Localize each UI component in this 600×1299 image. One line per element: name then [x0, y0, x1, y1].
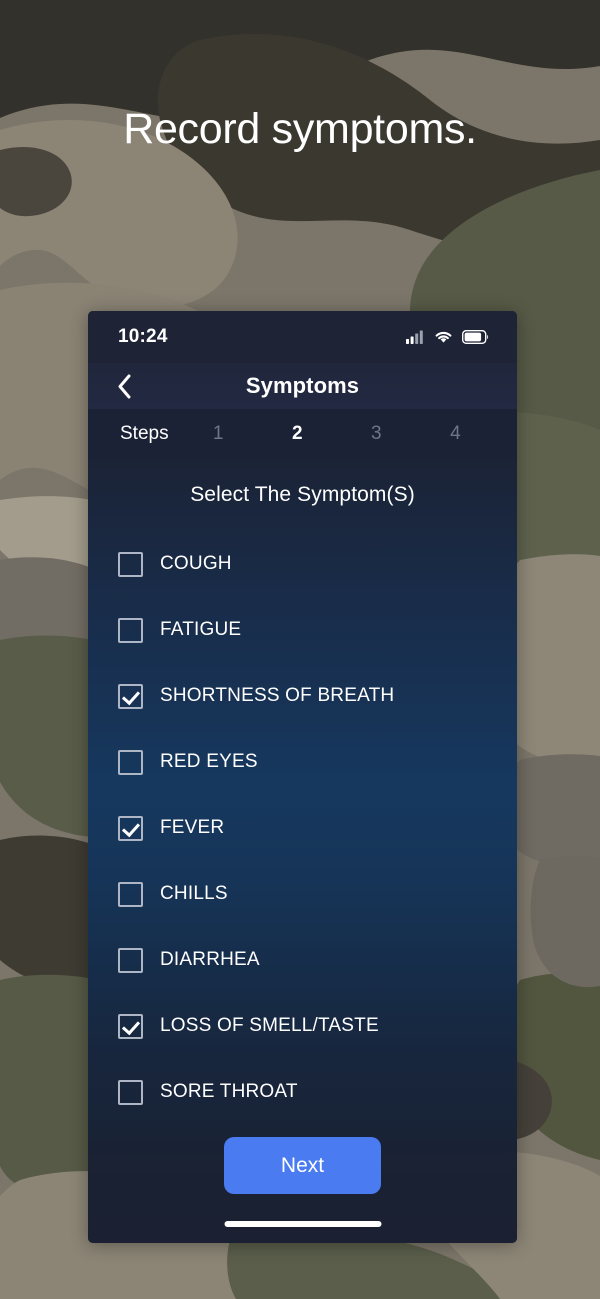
wifi-icon [435, 331, 452, 343]
symptom-row-diarrhea[interactable]: DIARRHEA [118, 927, 517, 993]
status-bar: 10:24 [88, 311, 517, 363]
symptom-row-sore-throat[interactable]: SORE THROAT [118, 1059, 517, 1125]
checkbox-chills[interactable] [118, 881, 143, 907]
battery-icon [462, 330, 489, 344]
step-2[interactable]: 2 [292, 423, 303, 445]
checkbox-cough[interactable] [118, 551, 143, 577]
checkbox-loss-of-smell-taste[interactable] [118, 1013, 143, 1039]
chevron-left-icon [118, 374, 130, 398]
symptom-list: COUGH FATIGUE SHORTNESS OF BREATH RED EY… [88, 531, 517, 1125]
status-time: 10:24 [118, 326, 168, 347]
symptom-row-fatigue[interactable]: FATIGUE [118, 597, 517, 663]
checkbox-shortness-of-breath[interactable] [118, 683, 143, 709]
next-button-wrap: Next [88, 1137, 517, 1194]
nav-bar: Symptoms [88, 363, 517, 409]
symptom-row-fever[interactable]: FEVER [118, 795, 517, 861]
symptom-label: COUGH [160, 553, 232, 574]
checkbox-fatigue[interactable] [118, 617, 143, 643]
symptom-label: SHORTNESS OF BREATH [160, 685, 395, 706]
steps-label: Steps [120, 423, 169, 444]
checkbox-diarrhea[interactable] [118, 947, 143, 973]
screen: Record symptoms. 10:24 Symptoms Steps 1 … [0, 0, 600, 1299]
checkbox-sore-throat[interactable] [118, 1079, 143, 1105]
step-4[interactable]: 4 [450, 423, 461, 445]
back-button[interactable] [102, 363, 146, 409]
steps-numbers: 1 2 3 4 [169, 423, 495, 445]
symptom-label: DIARRHEA [160, 949, 260, 970]
status-icons [406, 330, 489, 344]
cellular-signal-icon [406, 330, 423, 344]
symptom-row-shortness-of-breath[interactable]: SHORTNESS OF BREATH [118, 663, 517, 729]
nav-title: Symptoms [245, 373, 360, 398]
symptom-label: LOSS OF SMELL/TASTE [160, 1015, 379, 1036]
steps-bar: Steps 1 2 3 4 [88, 409, 517, 459]
symptom-label: SORE THROAT [160, 1081, 298, 1102]
checkbox-red-eyes[interactable] [118, 749, 143, 775]
symptom-label: CHILLS [160, 883, 228, 904]
symptom-label: RED EYES [160, 751, 258, 772]
symptom-row-red-eyes[interactable]: RED EYES [118, 729, 517, 795]
page-title: Record symptoms. [123, 105, 477, 153]
symptom-label: FATIGUE [160, 619, 242, 640]
symptom-row-cough[interactable]: COUGH [118, 531, 517, 597]
step-3[interactable]: 3 [371, 423, 382, 445]
next-button[interactable]: Next [224, 1137, 381, 1194]
section-title: Select The Symptom(S) [190, 483, 415, 506]
content-area: Select The Symptom(S) COUGH FATIGUE SHOR… [88, 459, 517, 1243]
phone-mockup: 10:24 Symptoms Steps 1 2 3 4 Select The … [88, 311, 517, 1243]
symptom-row-loss-of-smell-taste[interactable]: LOSS OF SMELL/TASTE [118, 993, 517, 1059]
checkbox-fever[interactable] [118, 815, 143, 841]
home-indicator[interactable] [224, 1221, 381, 1227]
step-1[interactable]: 1 [213, 423, 224, 445]
symptom-row-chills[interactable]: CHILLS [118, 861, 517, 927]
symptom-label: FEVER [160, 817, 225, 838]
